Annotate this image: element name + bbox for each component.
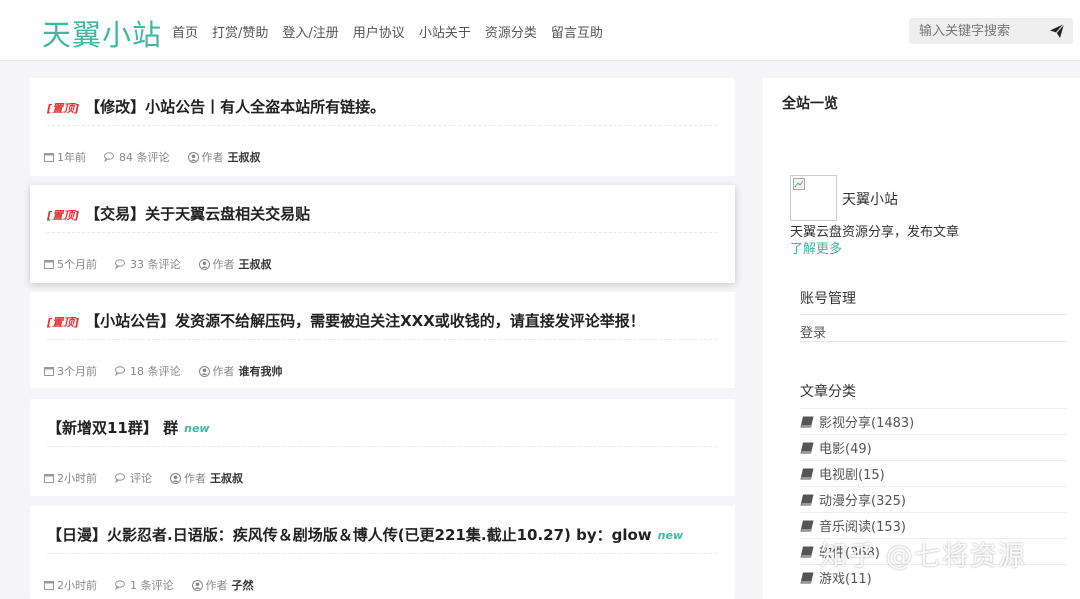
calendar-icon (44, 260, 54, 269)
new-badge: new (657, 529, 684, 542)
book-icon (800, 468, 814, 479)
post-time: 2小时前 (44, 577, 97, 593)
site-header: 天翼小站 首页 打赏/赞助 登入/注册 用户协议 小站关于 资源分类 留言互助 (0, 0, 1080, 61)
new-badge: new (184, 422, 210, 435)
user-circle-icon (191, 579, 203, 591)
broken-image-icon (793, 178, 805, 190)
nav-donate[interactable]: 打赏/赞助 (212, 22, 268, 41)
sidebar-title: 全站一览 (782, 96, 838, 112)
divider (800, 314, 1067, 315)
user-circle-icon (187, 151, 199, 163)
nav-about[interactable]: 小站关于 (419, 22, 471, 41)
calendar-icon (44, 153, 54, 162)
sticky-tag: [置顶] (47, 102, 80, 115)
comments-icon (104, 152, 114, 162)
categories-heading: 文章分类 (800, 384, 856, 400)
post-card: [置顶] 【小站公告】发资源不给解压码，需要被迫关注XXX或收钱的，请直接发评论… (30, 292, 735, 388)
post-comments[interactable]: 18 条评论 (115, 363, 181, 379)
post-comments[interactable]: 评论 (115, 470, 152, 486)
site-logo[interactable]: 天翼小站 (42, 12, 162, 54)
category-item[interactable]: 动漫分享(325) (800, 486, 1067, 512)
user-circle-icon (198, 365, 210, 377)
post-meta: 2小时前 1 条评论 作者 子然 (44, 577, 272, 593)
calendar-icon (44, 581, 54, 590)
nav-guestbook[interactable]: 留言互助 (551, 22, 603, 41)
post-title[interactable]: 【日漫】火影忍者.日语版：疾风传＆剧场版＆博人传(已更221集.截止10.27)… (47, 524, 652, 545)
post-author: 作者 王叔叔 (170, 470, 243, 486)
calendar-icon (44, 367, 54, 376)
category-item[interactable]: 电视剧(15) (800, 460, 1067, 486)
comments-icon (115, 366, 125, 376)
post-card: 【新增双11群】 群 new 2小时前 评论 作者 王叔叔 (30, 399, 735, 496)
post-time: 1年前 (44, 149, 86, 165)
post-time: 2小时前 (44, 470, 97, 486)
site-avatar (790, 175, 837, 221)
post-author: 作者 谁有我帅 (198, 363, 283, 379)
post-comments[interactable]: 84 条评论 (104, 149, 170, 165)
book-icon (800, 520, 814, 531)
post-meta: 1年前 84 条评论 作者 王叔叔 (44, 149, 279, 165)
comments-icon (115, 259, 125, 269)
post-title-row: 【日漫】火影忍者.日语版：疾风传＆剧场版＆博人传(已更221集.截止10.27)… (47, 524, 717, 554)
login-link[interactable]: 登录 (800, 322, 826, 341)
book-icon (800, 442, 814, 453)
post-card: [置顶] 【修改】小站公告丨有人全盗本站所有链接。 1年前 84 条评论 作者 … (30, 78, 735, 176)
post-title-row: 【新增双11群】 群 new (47, 417, 717, 447)
nav-login-register[interactable]: 登入/注册 (282, 22, 338, 41)
comments-icon (115, 473, 125, 483)
post-meta: 2小时前 评论 作者 王叔叔 (44, 470, 261, 486)
book-icon (800, 494, 814, 505)
account-heading: 账号管理 (800, 291, 856, 307)
sticky-tag: [置顶] (47, 316, 80, 329)
post-title[interactable]: 【新增双11群】 群 (47, 417, 178, 438)
post-title-row: [置顶] 【交易】关于天翼云盘相关交易贴 (47, 203, 717, 233)
post-card: 【日漫】火影忍者.日语版：疾风传＆剧场版＆博人传(已更221集.截止10.27)… (30, 506, 735, 599)
nav-categories[interactable]: 资源分类 (485, 22, 537, 41)
comments-icon (115, 580, 125, 590)
user-circle-icon (170, 472, 181, 484)
paper-plane-icon[interactable] (1049, 23, 1065, 39)
sidebar: 全站一览 天翼小站 天翼云盘资源分享，发布文章 了解更多 账号管理 登录 文章分… (763, 78, 1080, 599)
post-comments[interactable]: 33 条评论 (115, 256, 181, 272)
post-card: [置顶] 【交易】关于天翼云盘相关交易贴 5个月前 33 条评论 作者 王叔叔 (30, 185, 735, 283)
category-item[interactable]: 影视分享(1483) (800, 408, 1067, 434)
post-time: 5个月前 (44, 256, 97, 272)
post-title[interactable]: 【交易】关于天翼云盘相关交易贴 (85, 203, 310, 224)
post-title[interactable]: 【小站公告】发资源不给解压码，需要被迫关注XXX或收钱的，请直接发评论举报！ (85, 310, 645, 331)
watermark: 知乎 @七将资源 (820, 541, 1026, 572)
book-icon (800, 416, 814, 427)
nav-user-agreement[interactable]: 用户协议 (353, 22, 405, 41)
post-title-row: [置顶] 【小站公告】发资源不给解压码，需要被迫关注XXX或收钱的，请直接发评论… (47, 310, 717, 340)
search-input[interactable] (909, 18, 1049, 44)
post-meta: 3个月前 18 条评论 作者 谁有我帅 (44, 363, 301, 379)
post-title[interactable]: 【修改】小站公告丨有人全盗本站所有链接。 (85, 96, 385, 117)
book-icon (800, 572, 814, 583)
post-time: 3个月前 (44, 363, 97, 379)
book-icon (800, 546, 814, 557)
calendar-icon (44, 474, 54, 483)
sticky-tag: [置顶] (47, 209, 80, 222)
user-circle-icon (198, 258, 210, 270)
search-box (909, 18, 1073, 44)
divider (800, 341, 1067, 342)
site-name: 天翼小站 (842, 192, 898, 208)
post-comments[interactable]: 1 条评论 (115, 577, 174, 593)
post-meta: 5个月前 33 条评论 作者 王叔叔 (44, 256, 290, 272)
post-author: 作者 王叔叔 (187, 149, 261, 165)
post-author: 作者 子然 (191, 577, 254, 593)
post-author: 作者 王叔叔 (198, 256, 272, 272)
post-title-row: [置顶] 【修改】小站公告丨有人全盗本站所有链接。 (47, 96, 717, 126)
nav-home[interactable]: 首页 (172, 22, 198, 41)
learn-more-link[interactable]: 了解更多 (790, 238, 842, 257)
main-nav: 首页 打赏/赞助 登入/注册 用户协议 小站关于 资源分类 留言互助 (172, 22, 617, 41)
category-item[interactable]: 电影(49) (800, 434, 1067, 460)
